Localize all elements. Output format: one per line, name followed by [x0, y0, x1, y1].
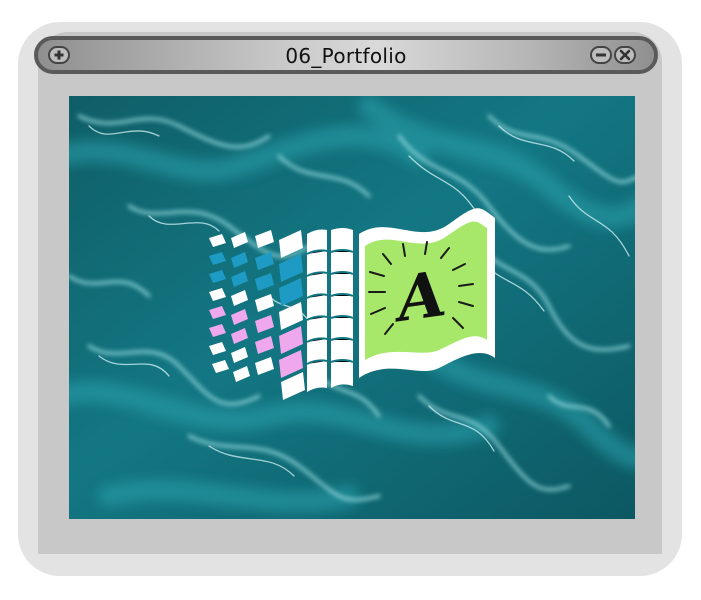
- artwork: A: [69, 96, 635, 519]
- window-title: 06_Portfolio: [285, 44, 407, 68]
- minimize-button[interactable]: [590, 46, 612, 64]
- title-bar[interactable]: 06_Portfolio: [34, 36, 658, 74]
- close-button[interactable]: [614, 46, 636, 64]
- minimize-icon: [596, 53, 606, 57]
- close-icon: [619, 49, 631, 61]
- artwork-viewport: A: [69, 96, 635, 519]
- logo-flag: A: [359, 208, 495, 378]
